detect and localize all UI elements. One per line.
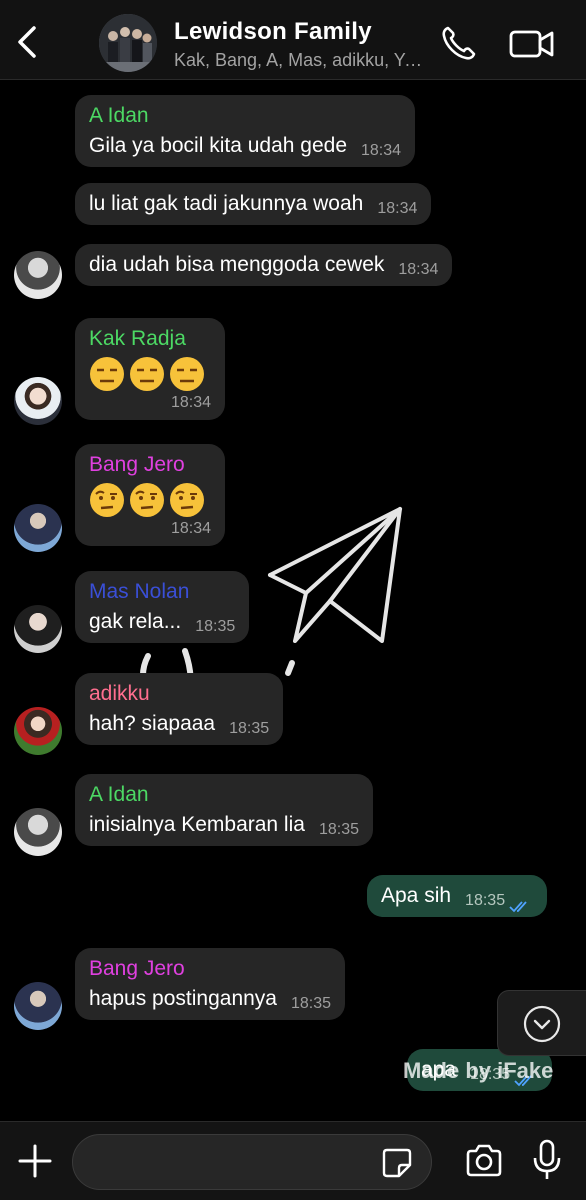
message-time: 18:34 — [377, 200, 418, 217]
message-text: inisialnya Kembaran lia — [89, 813, 305, 836]
message-time: 18:34 — [398, 261, 439, 278]
message-text: Apa sih — [381, 884, 452, 907]
expressionless-face-emoji — [90, 357, 124, 391]
message-text: hapus postingannya — [89, 987, 277, 1010]
video-camera-icon — [509, 30, 554, 58]
raised-eyebrow-face-emoji — [170, 483, 204, 517]
avatar[interactable] — [14, 982, 62, 1030]
chat-participants: Kak, Bang, A, Mas, adikku, You — [174, 50, 424, 70]
message-time: 18:35 — [291, 995, 332, 1012]
message-time: 18:35 — [195, 618, 236, 635]
scroll-to-bottom-button[interactable] — [497, 990, 586, 1056]
message-bubble[interactable]: Kak Radja 18:34 — [75, 318, 225, 420]
message-input[interactable] — [72, 1134, 432, 1190]
message-time: 18:35 — [318, 821, 359, 838]
camera-icon — [466, 1144, 502, 1177]
avatar[interactable] — [14, 377, 62, 425]
sender-name[interactable]: Bang Jero — [89, 452, 211, 478]
attach-button[interactable] — [16, 1142, 54, 1180]
message-bubble[interactable]: A Idan inisialnya Kembaran lia 18:35 — [75, 774, 373, 846]
message-time: 18:35 — [229, 720, 270, 737]
sender-name[interactable]: A Idan — [89, 103, 401, 129]
camera-button[interactable] — [464, 1142, 504, 1180]
composer-bar — [0, 1121, 586, 1200]
phone-icon — [442, 26, 476, 60]
watermark: Made by iFake — [403, 1058, 554, 1083]
chevron-down-circle-icon — [523, 1005, 561, 1043]
microphone-icon — [533, 1139, 561, 1179]
read-receipt-icon — [509, 901, 527, 913]
message-text: gak rela... — [89, 610, 182, 633]
avatar[interactable] — [14, 605, 62, 653]
sticker-button[interactable] — [381, 1147, 413, 1179]
plus-icon — [18, 1144, 52, 1178]
message-time: 18:34 — [170, 394, 211, 411]
sender-name[interactable]: Mas Nolan — [89, 579, 235, 605]
message-bubble[interactable]: Bang Jero 18:34 — [75, 444, 225, 546]
video-call-button[interactable] — [508, 26, 556, 62]
emoji-message — [89, 482, 211, 518]
voice-message-button[interactable] — [532, 1138, 562, 1182]
message-bubble[interactable]: Mas Nolan gak rela... 18:35 — [75, 571, 250, 643]
avatar[interactable] — [14, 808, 62, 856]
message-bubble[interactable]: A Idan Gila ya bocil kita udah gede 18:3… — [75, 95, 416, 167]
message-list[interactable]: A Idan Gila ya bocil kita udah gede 18:3… — [0, 81, 586, 1121]
sticker-icon — [382, 1148, 412, 1178]
avatar[interactable] — [14, 504, 62, 552]
emoji-message — [89, 356, 211, 392]
outgoing-message-bubble[interactable]: Apa sih 18:35 — [367, 875, 548, 917]
sender-name[interactable]: adikku — [89, 681, 269, 707]
group-avatar[interactable] — [99, 14, 157, 72]
expressionless-face-emoji — [130, 357, 164, 391]
sender-name[interactable]: Bang Jero — [89, 956, 331, 982]
expressionless-face-emoji — [170, 357, 204, 391]
voice-call-button[interactable] — [440, 24, 478, 62]
chat-header: Lewidson Family Kak, Bang, A, Mas, adikk… — [0, 0, 586, 80]
sender-name[interactable]: A Idan — [89, 782, 359, 808]
message-bubble[interactable]: adikku hah? siapaaa 18:35 — [75, 673, 284, 745]
message-text: lu liat gak tadi jakunnya woah — [89, 192, 364, 215]
message-time: 18:35 — [465, 892, 506, 909]
message-text: dia udah bisa menggoda cewek — [89, 253, 385, 276]
raised-eyebrow-face-emoji — [90, 483, 124, 517]
message-time: 18:34 — [361, 142, 402, 159]
chevron-left-icon — [18, 26, 36, 58]
message-bubble[interactable]: dia udah bisa menggoda cewek 18:34 — [75, 244, 453, 286]
back-button[interactable] — [10, 22, 44, 62]
avatar[interactable] — [14, 251, 62, 299]
message-text: hah? siapaaa — [89, 712, 216, 735]
message-bubble[interactable]: Bang Jero hapus postingannya 18:35 — [75, 948, 346, 1020]
sender-name[interactable]: Kak Radja — [89, 326, 211, 352]
raised-eyebrow-face-emoji — [130, 483, 164, 517]
avatar[interactable] — [14, 707, 62, 755]
message-bubble[interactable]: lu liat gak tadi jakunnya woah 18:34 — [75, 183, 432, 225]
message-text: Gila ya bocil kita udah gede — [89, 134, 347, 157]
chat-title[interactable]: Lewidson Family — [174, 18, 372, 46]
message-time: 18:34 — [170, 520, 211, 537]
